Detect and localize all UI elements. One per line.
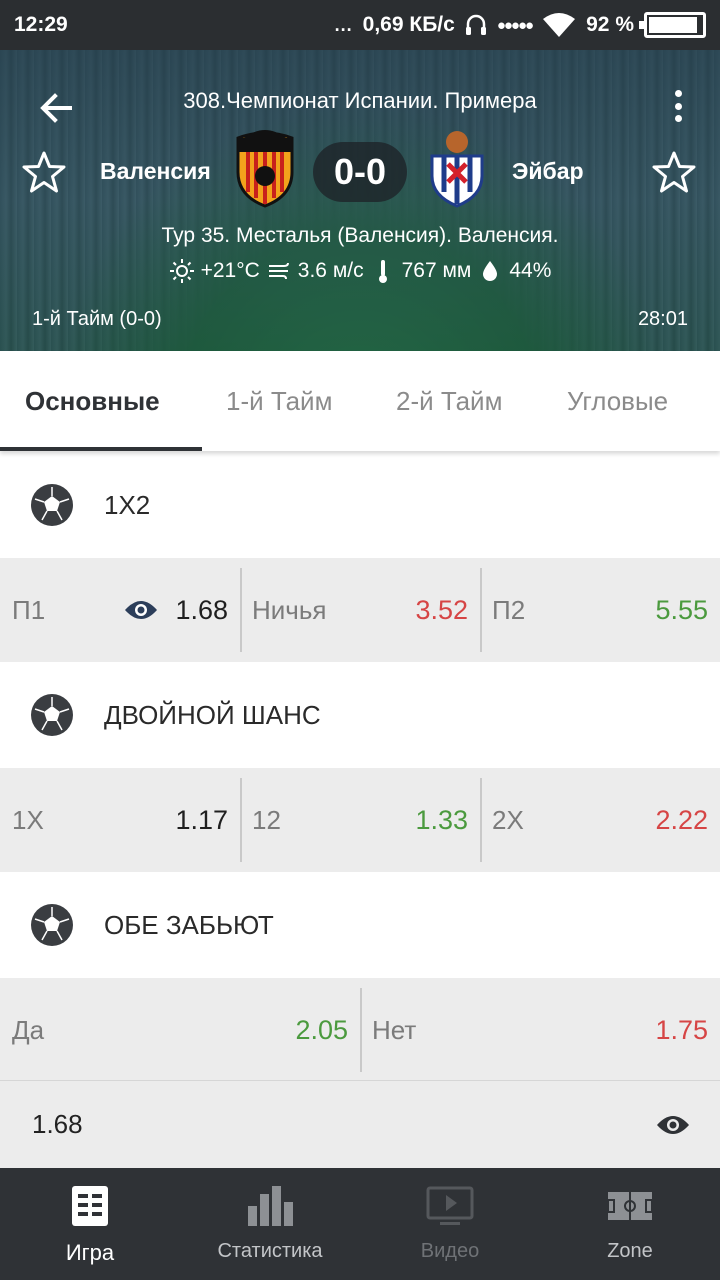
match-clock: 28:01 — [637, 308, 688, 330]
tab-main[interactable]: Основные — [25, 351, 160, 451]
eye-icon[interactable] — [656, 1113, 690, 1137]
market-tabs: Основные 1-й Тайм 2-й Тайм Угловые — [0, 351, 720, 451]
market-header-1x2[interactable]: 1X2 — [0, 452, 720, 558]
weather-row: +21°C 3.6 м/с 767 мм 44% — [0, 258, 720, 284]
market-header-both-score[interactable]: ОБЕ ЗАБЬЮТ — [0, 872, 720, 978]
more-vertical-icon[interactable] — [666, 86, 690, 126]
nav-zone[interactable]: Zone — [540, 1168, 720, 1280]
network-speed: 0,69 КБ/с — [362, 13, 455, 36]
eye-icon — [125, 601, 157, 619]
nav-label: Zone — [607, 1240, 653, 1262]
field-zone-icon — [607, 1192, 653, 1220]
tab-first-half[interactable]: 1-й Тайм — [226, 351, 332, 451]
thermometer-icon — [378, 260, 387, 283]
wind-speed: 3.6 м/с — [297, 259, 364, 282]
odds-row-double-chance: 1X 1.17 12 1.33 2X 2.22 — [0, 768, 720, 872]
video-play-icon — [426, 1186, 474, 1225]
favorite-home-star-icon[interactable] — [22, 150, 66, 194]
battery-icon — [639, 12, 706, 38]
status-indicators: ... 0,69 КБ/с ●●●●● 92 % — [335, 12, 706, 38]
nav-video[interactable]: Видео — [360, 1168, 540, 1280]
odd-label: Ничья — [252, 594, 327, 625]
odd-label: П1 — [12, 594, 46, 625]
odd-cell-p1[interactable]: П1 1.68 — [0, 558, 240, 662]
market-header-double-chance[interactable]: ДВОЙНОЙ ШАНС — [0, 662, 720, 768]
odd-cell-12[interactable]: 12 1.33 — [240, 768, 480, 872]
pressure: 767 мм — [401, 259, 472, 282]
odd-cell-no[interactable]: Нет 1.75 — [360, 978, 720, 1082]
league-title: 308.Чемпионат Испании. Примера — [183, 88, 537, 113]
odd-value: 1.75 — [655, 1014, 708, 1045]
soccer-ball-icon — [31, 484, 73, 526]
odd-cell-2x[interactable]: 2X 2.22 — [480, 768, 720, 872]
odd-cell-yes[interactable]: Да 2.05 — [0, 978, 360, 1082]
odd-label: 12 — [252, 804, 281, 835]
odd-cell-1x[interactable]: 1X 1.17 — [0, 768, 240, 872]
match-header: 308.Чемпионат Испании. Примера Валенсия … — [0, 50, 720, 351]
betslip-bar[interactable]: 1.68 — [0, 1080, 720, 1168]
odd-label: П2 — [492, 594, 526, 625]
odd-value: 2.05 — [295, 1014, 348, 1045]
favorite-away-star-icon[interactable] — [652, 150, 696, 194]
bottom-navigation: Игра Статистика Видео Zone — [0, 1168, 720, 1280]
nav-label: Статистика — [217, 1240, 323, 1262]
humidity: 44% — [509, 259, 552, 282]
wind-icon — [268, 262, 289, 280]
odd-label: Да — [12, 1014, 45, 1045]
odd-value: 1.68 — [175, 594, 228, 625]
bar-chart-icon — [248, 1186, 293, 1226]
odd-label: 1X — [12, 804, 44, 835]
nav-game[interactable]: Игра — [0, 1168, 180, 1280]
temperature: +21°C — [200, 259, 260, 282]
market-title: ОБЕ ЗАБЬЮТ — [104, 909, 274, 940]
half-info: 1-й Тайм (0-0) — [32, 308, 162, 330]
tab-corners[interactable]: Угловые — [567, 351, 668, 451]
signal-strength-icon: ●●●●● — [496, 16, 534, 34]
odd-value: 1.33 — [415, 804, 468, 835]
odd-value: 1.17 — [175, 804, 228, 835]
match-venue: Тур 35. Месталья (Валенсия). Валенсия. — [161, 224, 559, 247]
market-title: ДВОЙНОЙ ШАНС — [104, 699, 321, 730]
status-dots: ... — [334, 14, 353, 35]
soccer-ball-icon — [31, 904, 73, 946]
odd-cell-p2[interactable]: П2 5.55 — [480, 558, 720, 662]
match-score: 0-0 — [313, 142, 407, 202]
valencia-crest-icon — [236, 130, 294, 208]
wifi-icon — [543, 13, 576, 37]
betslip-value: 1.68 — [32, 1109, 83, 1139]
odd-label: Нет — [372, 1014, 417, 1045]
away-team-name[interactable]: Эйбар — [512, 158, 584, 185]
nav-label: Игра — [65, 1240, 115, 1265]
odd-value: 3.52 — [415, 594, 468, 625]
battery-percent: 92 % — [586, 13, 634, 36]
sun-icon — [169, 259, 194, 283]
odd-value: 5.55 — [655, 594, 708, 625]
odd-label: 2X — [492, 804, 524, 835]
nav-statistics[interactable]: Статистика — [180, 1168, 360, 1280]
active-tab-indicator — [0, 447, 202, 451]
home-team-name[interactable]: Валенсия — [100, 158, 211, 185]
soccer-ball-icon — [31, 694, 73, 736]
battery-level — [649, 17, 697, 33]
game-list-icon — [72, 1186, 108, 1226]
odd-value: 2.22 — [655, 804, 708, 835]
nav-label: Видео — [420, 1240, 480, 1262]
odds-row-both-score: Да 2.05 Нет 1.75 — [0, 978, 720, 1082]
odd-cell-draw[interactable]: Ничья 3.52 — [240, 558, 480, 662]
headset-icon — [465, 14, 486, 35]
status-time: 12:29 — [14, 13, 68, 36]
status-bar: 12:29 ... 0,69 КБ/с ●●●●● 92 % — [0, 0, 720, 50]
eibar-crest-icon — [430, 131, 484, 208]
tab-second-half[interactable]: 2-й Тайм — [396, 351, 502, 451]
odds-row-1x2: П1 1.68 Ничья 3.52 П2 5.55 — [0, 558, 720, 662]
humidity-drop-icon — [483, 261, 498, 281]
market-title: 1X2 — [104, 489, 151, 520]
